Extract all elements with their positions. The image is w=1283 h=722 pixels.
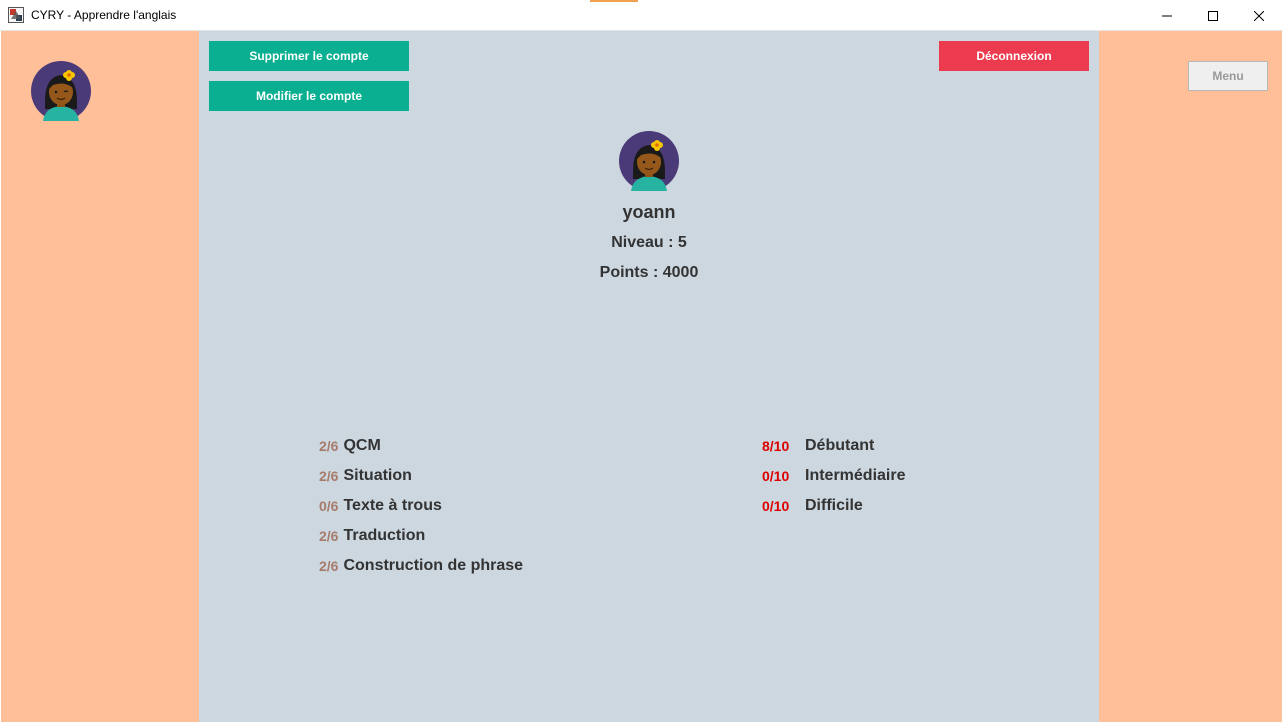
- difficulty-stats: 8/10 Débutant 0/10 Intermédiaire 0/10 Di…: [762, 431, 905, 521]
- stat-row-situation: 2/6 Situation: [319, 461, 523, 491]
- window-accent: [590, 0, 638, 2]
- edit-account-button[interactable]: Modifier le compte: [209, 81, 409, 111]
- stat-score: 0/6: [319, 498, 339, 514]
- window-title: CYRY - Apprendre l'anglais: [31, 8, 177, 22]
- logout-button[interactable]: Déconnexion: [939, 41, 1089, 71]
- stat-label: Débutant: [805, 437, 875, 454]
- stat-row-sentence-building: 2/6 Construction de phrase: [319, 551, 523, 581]
- stat-row-qcm: 2/6 QCM: [319, 431, 523, 461]
- stat-label: QCM: [343, 437, 381, 454]
- close-icon[interactable]: [1236, 0, 1282, 31]
- minimize-icon[interactable]: [1144, 0, 1190, 31]
- stat-score: 2/6: [319, 558, 339, 574]
- stat-label: Construction de phrase: [343, 557, 524, 574]
- left-panel: [1, 31, 199, 722]
- window-body: Supprimer le compte Modifier le compte D…: [1, 31, 1282, 722]
- girl-avatar-icon[interactable]: [31, 61, 91, 121]
- stat-label: Intermédiaire: [805, 467, 906, 484]
- stat-score: 2/6: [319, 468, 339, 484]
- delete-account-button[interactable]: Supprimer le compte: [209, 41, 409, 71]
- right-panel: Menu: [1099, 31, 1282, 722]
- stat-score: 0/10: [762, 498, 790, 514]
- stat-row-beginner: 8/10 Débutant: [762, 431, 905, 461]
- title-bar: CYRY - Apprendre l'anglais: [0, 0, 1283, 31]
- maximize-icon[interactable]: [1190, 0, 1236, 31]
- stat-score: 8/10: [762, 438, 790, 454]
- profile-panel: Supprimer le compte Modifier le compte D…: [199, 31, 1099, 722]
- stat-label: Difficile: [805, 497, 863, 514]
- stat-label: Traduction: [343, 527, 426, 544]
- stat-score: 0/10: [762, 468, 790, 484]
- girl-avatar-icon: [619, 131, 679, 191]
- stat-row-fill-blanks: 0/6 Texte à trous: [319, 491, 523, 521]
- stat-row-difficult: 0/10 Difficile: [762, 491, 905, 521]
- app-icon: [8, 7, 24, 23]
- points-text: Points : 4000: [599, 264, 699, 281]
- stat-label: Situation: [343, 467, 412, 484]
- exercise-type-stats: 2/6 QCM 2/6 Situation 0/6 Texte à trous …: [319, 431, 523, 581]
- level-text: Niveau : 5: [611, 234, 687, 251]
- stat-row-translation: 2/6 Traduction: [319, 521, 523, 551]
- stat-label: Texte à trous: [343, 497, 442, 514]
- stat-row-intermediate: 0/10 Intermédiaire: [762, 461, 905, 491]
- stat-score: 2/6: [319, 528, 339, 544]
- menu-button[interactable]: Menu: [1188, 61, 1268, 91]
- username: yoann: [622, 202, 676, 222]
- stat-score: 2/6: [319, 438, 339, 454]
